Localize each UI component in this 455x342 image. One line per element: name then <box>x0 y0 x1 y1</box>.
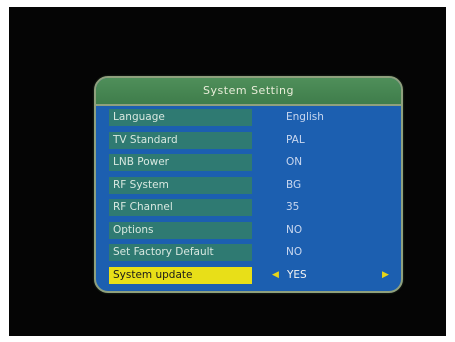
menu-item-label: Options <box>109 221 252 239</box>
menu-item-language[interactable]: Language English <box>96 106 401 129</box>
system-setting-menu: System Setting Language English TV Stand… <box>94 76 403 293</box>
menu-item-label: RF System <box>109 176 252 194</box>
menu-item-tv-standard[interactable]: TV Standard PAL <box>96 129 401 152</box>
menu-item-lnb-power[interactable]: LNB Power ON <box>96 151 401 174</box>
menu-item-label: Language <box>109 109 252 126</box>
menu-rows: Language English TV Standard PAL LNB Pow… <box>96 106 401 286</box>
menu-item-system-update[interactable]: System update ◀ YES ▶ <box>96 264 401 287</box>
left-arrow-icon[interactable]: ◀ <box>272 267 279 284</box>
menu-item-label: RF Channel <box>109 199 252 216</box>
menu-item-value: 35 <box>286 201 300 213</box>
menu-item-rf-channel[interactable]: RF Channel 35 <box>96 196 401 219</box>
menu-item-options[interactable]: Options NO <box>96 219 401 242</box>
menu-item-value: NO <box>286 246 303 258</box>
menu-title: System Setting <box>96 78 401 106</box>
menu-item-label: Set Factory Default <box>109 244 252 261</box>
menu-item-value: PAL <box>286 133 305 146</box>
menu-item-value: NO <box>286 223 303 236</box>
menu-item-value: English <box>286 111 324 123</box>
right-arrow-icon[interactable]: ▶ <box>382 267 389 284</box>
menu-item-value: ON <box>286 156 303 168</box>
menu-item-rf-system[interactable]: RF System BG <box>96 174 401 197</box>
tv-screen: System Setting Language English TV Stand… <box>9 7 446 336</box>
menu-item-value: BG <box>286 178 302 191</box>
menu-item-label: TV Standard <box>109 131 252 149</box>
menu-item-label: System update <box>109 266 252 284</box>
menu-item-value: YES <box>287 268 307 281</box>
menu-item-label: LNB Power <box>109 154 252 171</box>
menu-item-set-factory-default[interactable]: Set Factory Default NO <box>96 241 401 264</box>
